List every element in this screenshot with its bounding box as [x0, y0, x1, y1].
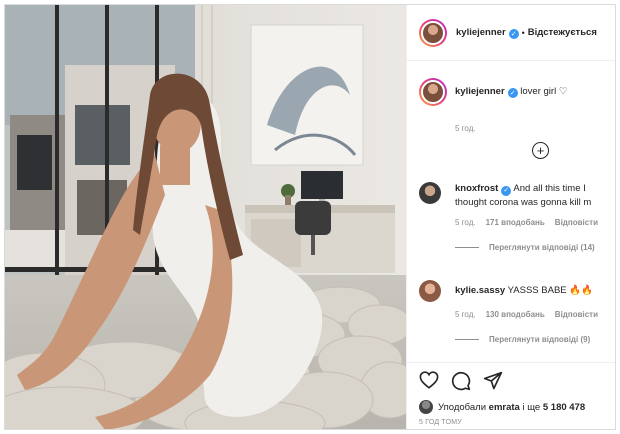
caption-avatar[interactable] [419, 78, 447, 106]
separator-dot: • [521, 27, 525, 38]
comment-username[interactable]: kylie.sassy [455, 285, 505, 296]
post-header: kyliejenner ✓ • Відстежується [407, 5, 615, 61]
share-icon[interactable] [483, 371, 503, 391]
author-avatar[interactable] [419, 18, 447, 47]
comment-item: knoxfrost ✓ And all this time I thought c… [419, 182, 614, 252]
comment-time: 5 год. [455, 310, 476, 319]
view-replies-button[interactable]: Переглянути відповіді (9) [455, 335, 614, 344]
comment-username[interactable]: knoxfrost [455, 183, 498, 194]
comment-text: YASSS BABE 🔥🔥 [507, 285, 593, 296]
comments-list[interactable]: kyliejenner ✓ lover girl ♡ 5 год. + knoxf… [407, 62, 615, 362]
replies-line [455, 247, 479, 248]
likes-summary: Уподобали emrata і ще 5 180 478 [419, 400, 585, 414]
comment-icon[interactable] [451, 371, 471, 391]
likes-middle: і ще [522, 401, 541, 413]
replies-line [455, 339, 479, 340]
heart-icon[interactable] [419, 371, 439, 389]
posted-time[interactable]: 5 ГОД ТОМУ [419, 419, 462, 426]
caption-body: lover girl [520, 86, 557, 97]
post-actions: Уподобали emrata і ще 5 180 478 5 ГОД ТО… [407, 362, 615, 429]
comment-likes[interactable]: 171 вподобань [486, 218, 545, 227]
instagram-post-modal: kyliejenner ✓ • Відстежується kyliejenner… [4, 4, 616, 430]
comment-meta: 5 год. 130 вподобань Відповісти [455, 310, 614, 319]
view-replies-label: Переглянути відповіді (14) [489, 243, 595, 252]
reply-button[interactable]: Відповісти [555, 310, 598, 319]
comment-body: knoxfrost ✓ And all this time I thought c… [455, 182, 614, 210]
caption-heart-emoji: ♡ [558, 86, 568, 97]
action-icons [419, 371, 503, 391]
caption-username[interactable]: kyliejenner [455, 86, 505, 97]
caption-time: 5 год. [455, 124, 476, 133]
likes-prefix: Уподобали [438, 401, 487, 413]
comment-body: kylie.sassy YASSS BABE 🔥🔥 [455, 284, 614, 302]
post-photo-image [5, 5, 406, 429]
reply-button[interactable]: Відповісти [555, 218, 598, 227]
verified-icon: ✓ [501, 186, 512, 196]
caption: kyliejenner ✓ lover girl ♡ 5 год. [419, 78, 567, 133]
view-replies-label: Переглянути відповіді (9) [489, 335, 591, 344]
comment-item: kylie.sassy YASSS BABE 🔥🔥 5 год. 130 впо… [419, 280, 614, 344]
comment-meta: 5 год. 171 вподобань Відповісти [455, 218, 614, 227]
post-photo[interactable] [5, 5, 406, 429]
author-username[interactable]: kyliejenner ✓ [456, 27, 519, 39]
liker-avatar[interactable] [419, 400, 433, 414]
caption-text: kyliejenner ✓ lover girl ♡ [455, 86, 567, 106]
comment-avatar[interactable] [419, 182, 441, 204]
view-replies-button[interactable]: Переглянути відповіді (14) [455, 243, 614, 252]
likes-count[interactable]: 5 180 478 [543, 402, 585, 413]
verified-icon: ✓ [508, 28, 519, 39]
load-more-comments-icon[interactable]: + [532, 142, 549, 159]
post-side-panel: kyliejenner ✓ • Відстежується kyliejenner… [406, 5, 615, 429]
follow-button[interactable]: Відстежується [528, 27, 597, 38]
comment-likes[interactable]: 130 вподобань [486, 310, 545, 319]
comment-time: 5 год. [455, 218, 476, 227]
verified-icon: ✓ [507, 88, 518, 98]
comment-avatar[interactable] [419, 280, 441, 302]
liker-username[interactable]: emrata [489, 402, 520, 413]
